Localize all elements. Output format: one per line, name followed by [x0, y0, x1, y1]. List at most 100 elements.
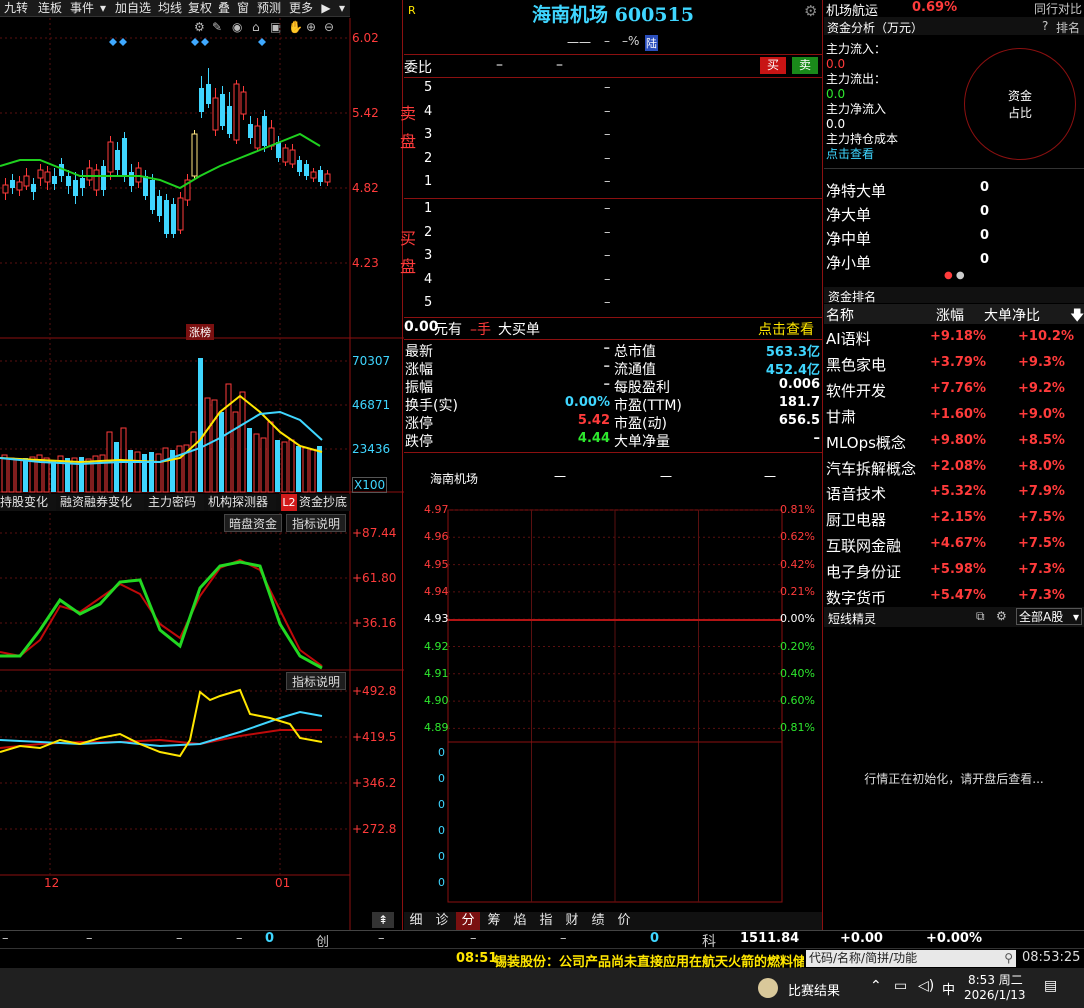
sell-level-row[interactable]: 5– [404, 80, 822, 103]
toolbar-dropdown-icon[interactable]: ▾ [97, 0, 109, 16]
taskbar-time[interactable]: 8:53 周二 [968, 971, 1023, 988]
volume-bar [225, 383, 232, 493]
rank-row[interactable]: AI语料 +9.18% +10.2% [824, 325, 1084, 351]
toolbar-overlay[interactable]: 叠 [216, 0, 232, 16]
tray-chevron-icon[interactable]: ⌃ [870, 978, 882, 994]
buy-level-row[interactable]: 4– [404, 272, 822, 295]
volume-bar [232, 411, 239, 493]
stat-label: 换手(实) [405, 398, 458, 414]
network-icon[interactable]: ▭ [894, 978, 907, 994]
tab-fund-bottom[interactable]: 资金抄底 [299, 494, 350, 511]
price-tick-2: 5.42 [352, 106, 379, 120]
volume-bar [219, 412, 224, 492]
bottom-tab[interactable]: 诊 [430, 912, 454, 930]
toolbar-more-dropdown-icon[interactable]: ▾ [336, 0, 348, 16]
col-name[interactable]: 名称 [826, 305, 854, 325]
col-change[interactable]: 涨幅 [936, 305, 964, 325]
toolbar-fuquan[interactable]: 复权 [186, 0, 214, 16]
level-number: 2 [424, 150, 433, 166]
volume-bar [317, 446, 322, 492]
tab-holding-change[interactable]: 持股变化 [0, 494, 56, 511]
peer-compare-link[interactable]: 同行对比 [1034, 0, 1082, 17]
toolbar-more[interactable]: 更多 [286, 0, 316, 16]
taskbar-date[interactable]: 2026/1/13 [964, 988, 1026, 1002]
app-icon[interactable] [758, 978, 778, 998]
notification-icon[interactable]: ▤ [1044, 978, 1057, 994]
candle-body [16, 181, 23, 191]
toolbar-add-watchlist[interactable]: 加自选 [112, 0, 154, 16]
buy-level-row[interactable]: 3– [404, 248, 822, 271]
buy-button[interactable]: 买 [760, 57, 786, 74]
bottom-tab[interactable]: 焰 [508, 912, 532, 930]
stat-label: 流通值 [614, 362, 656, 378]
page-dots[interactable]: ● ● [944, 270, 965, 281]
search-icon[interactable]: ⚲ [1004, 950, 1013, 967]
toolbar-jiuzhuan[interactable]: 九转 [0, 0, 32, 16]
settings-icon[interactable]: ⚙ [996, 609, 1007, 623]
bottom-tab[interactable]: 分 [456, 912, 480, 930]
volume-icon[interactable]: ◁) [918, 978, 934, 994]
toolbar-forecast[interactable]: 预测 [254, 0, 284, 16]
weibi-row: 委比 – – 买 卖 [404, 55, 822, 77]
rank-row[interactable]: 语音技术 +5.32% +7.9% [824, 480, 1084, 506]
rank-link[interactable]: 排名 [1056, 19, 1080, 36]
buy-level-row[interactable]: 5– [404, 295, 822, 318]
help-icon[interactable]: ? [1042, 19, 1048, 33]
app-label[interactable]: 比赛结果 [788, 980, 840, 999]
rank-row[interactable]: MLOps概念 +9.80% +8.5% [824, 429, 1084, 455]
popout-icon[interactable]: ⧉ [976, 609, 985, 624]
rank-row[interactable]: 电子身份证 +5.98% +7.3% [824, 558, 1084, 584]
tab-institution-detector[interactable]: 机构探测器 [208, 494, 276, 511]
intraday-price-tick: 4.95 [424, 557, 449, 571]
toolbar-window[interactable]: 窗 [234, 0, 252, 16]
indicator-help-button[interactable]: 指标说明 [286, 514, 346, 532]
col-net-ratio[interactable]: 大单净比 [984, 305, 1040, 325]
sell-level-row[interactable]: 1– [404, 174, 822, 197]
sell-level-row[interactable]: 3– [404, 127, 822, 150]
bottom-tab[interactable]: 细 [404, 912, 428, 930]
bottom-tab[interactable]: 价 [612, 912, 636, 930]
buy-level-row[interactable]: 2– [404, 225, 822, 248]
volume-bar [15, 459, 22, 493]
net-order-label: 净特大单 [826, 182, 887, 200]
candle-body [122, 138, 127, 176]
sell-level-row[interactable]: 2– [404, 151, 822, 174]
bottom-tab[interactable]: 财 [560, 912, 584, 930]
candle-body [212, 97, 219, 131]
bottom-tab[interactable]: 绩 [586, 912, 610, 930]
bottom-tab[interactable]: 指 [534, 912, 558, 930]
ime-indicator[interactable]: 中 [942, 979, 955, 998]
scroll-top-button[interactable]: ⇞ [372, 912, 394, 928]
rank-row[interactable]: 厨卫电器 +2.15% +7.5% [824, 506, 1084, 532]
stat-label: 最新 [405, 344, 433, 360]
stock-search-input[interactable]: 代码/名称/简拼/功能 ⚲ [806, 950, 1016, 967]
buy-level-row[interactable]: 1– [404, 201, 822, 224]
toolbar-lianban[interactable]: 连板 [34, 0, 66, 16]
tab-margin-change[interactable]: 融资融券变化 [60, 494, 144, 511]
stat-value: 4.44 [577, 431, 610, 446]
candle-body [254, 125, 261, 149]
bottom-tab[interactable]: 筹 [482, 912, 506, 930]
stat-row: 最新 – 总市值 563.3亿 [404, 341, 822, 360]
sell-level-row[interactable]: 4– [404, 104, 822, 127]
rank-row[interactable]: 互联网金融 +4.67% +7.5% [824, 532, 1084, 558]
toolbar-ma[interactable]: 均线 [156, 0, 184, 16]
rank-row[interactable]: 汽车拆解概念 +2.08% +8.0% [824, 455, 1084, 481]
rank-row[interactable]: 软件开发 +7.76% +9.2% [824, 377, 1084, 403]
tab-main-code[interactable]: 主力密码 [148, 494, 204, 511]
toolbar-expand-icon[interactable]: ▶ [318, 0, 334, 16]
short-line-message: 行情正在初始化，请开盘后查看... [864, 772, 1044, 786]
rank-name: 互联网金融 [826, 537, 902, 556]
dark-fund-button[interactable]: 暗盘资金 [224, 514, 282, 532]
rank-row[interactable]: 甘肃 +1.60% +9.0% [824, 403, 1084, 429]
cost-view-link[interactable]: 点击查看 [826, 147, 966, 162]
stat-row: 振幅 – 每股盈利 0.006 [404, 377, 822, 396]
sell-button[interactable]: 卖 [792, 57, 818, 74]
rank-row[interactable]: 黑色家电 +3.79% +9.3% [824, 351, 1084, 377]
market-select[interactable]: 全部A股 ▾ [1016, 608, 1082, 625]
view-big-order-link[interactable]: 点击查看 [758, 319, 814, 339]
zhangbang-badge[interactable]: 涨榜 [186, 324, 214, 340]
quote-settings-icon[interactable]: ⚙ [804, 2, 817, 20]
toolbar-shijian[interactable]: 事件 [68, 0, 96, 16]
indicator2-help-button[interactable]: 指标说明 [286, 672, 346, 690]
